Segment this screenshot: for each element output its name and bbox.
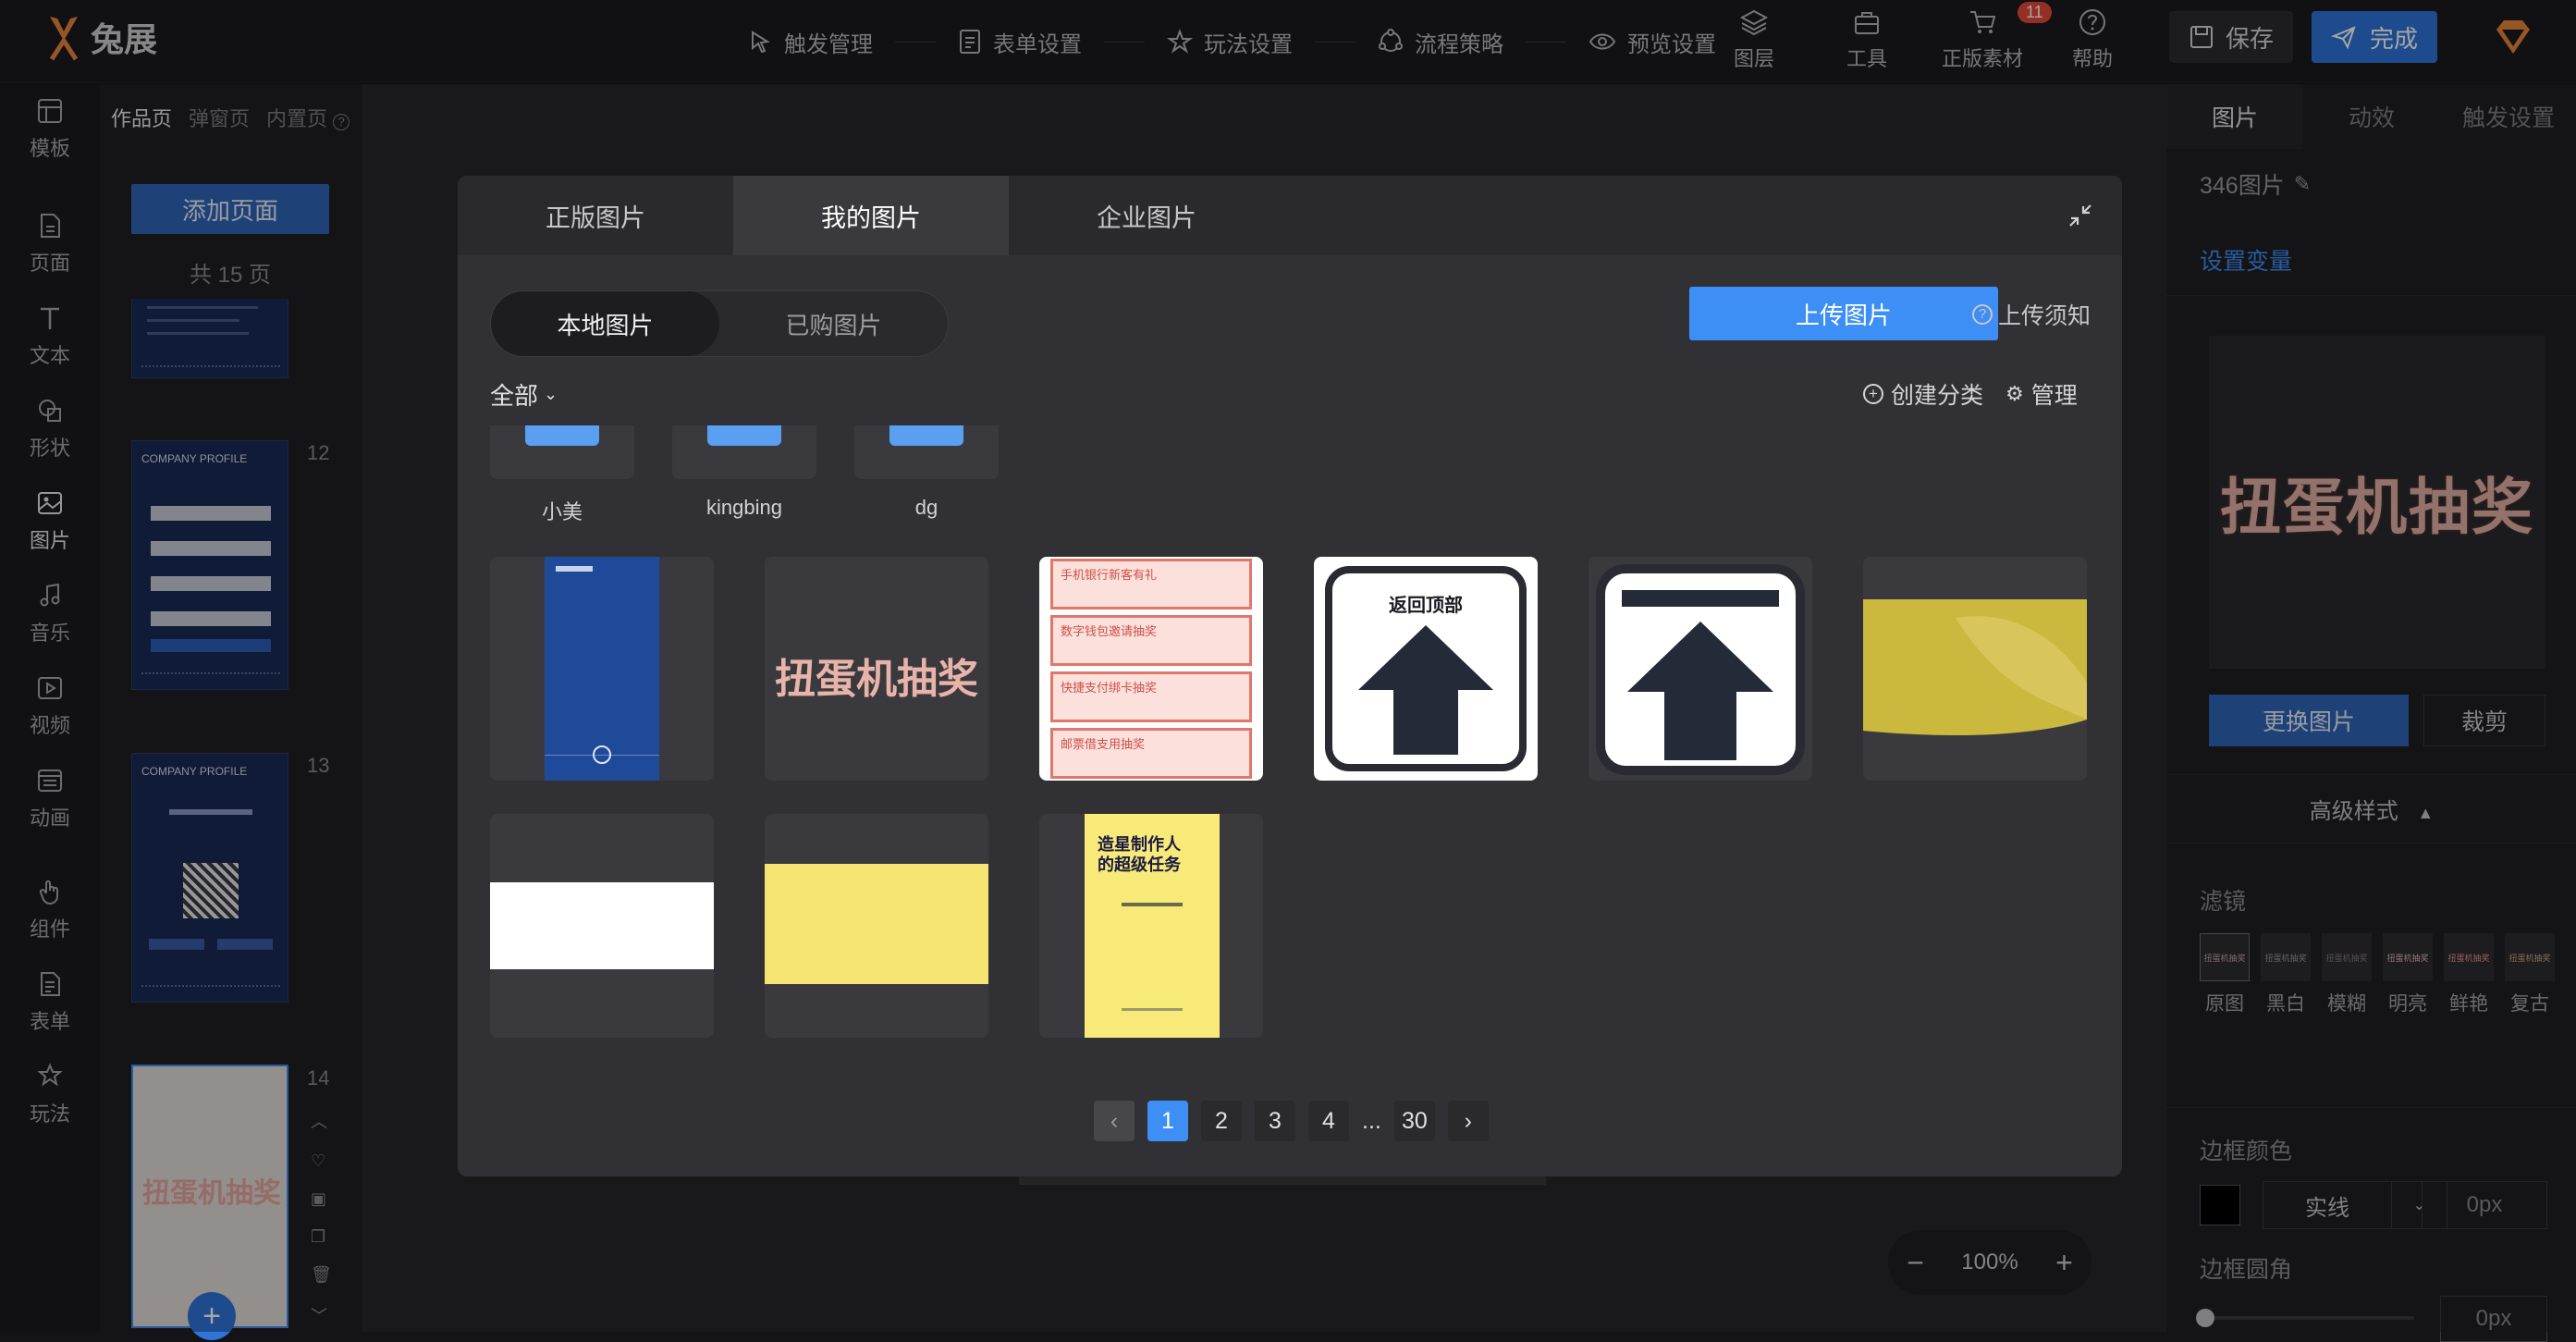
local-images-toggle[interactable]: 本地图片 — [491, 291, 719, 356]
image-tile-back-to-top[interactable]: 返回顶部 — [1314, 557, 1538, 781]
image-tile-yellow-rect[interactable] — [765, 814, 988, 1038]
page-button-2[interactable]: 2 — [1201, 1101, 1242, 1141]
tab-enterprise-images[interactable]: 企业图片 — [1009, 176, 1284, 255]
pagination: ‹ 1 2 3 4 ... 30 › — [1094, 1101, 1489, 1141]
image-tile-yellow-poster[interactable]: 造星制作人 的超级任务 — [1039, 814, 1263, 1038]
collapse-icon[interactable] — [2067, 202, 2094, 229]
category-filter[interactable]: 全部 ⌄ — [490, 377, 558, 412]
tab-my-images[interactable]: 我的图片 — [733, 176, 1009, 255]
plus-circle-icon: + — [1863, 384, 1883, 404]
manage-button[interactable]: ⚙ 管理 — [2006, 377, 2078, 411]
image-library-modal: 正版图片 我的图片 企业图片 本地图片 已购图片 上传图片 ? 上传须知 全部 … — [458, 176, 2122, 1176]
image-tile-yellow-wave[interactable] — [1863, 557, 2087, 781]
folder-xiaomei[interactable] — [490, 425, 634, 479]
modal-tabs: 正版图片 我的图片 企业图片 — [458, 176, 2122, 255]
create-category-button[interactable]: + 创建分类 — [1863, 377, 1983, 411]
yellow-wave-shape — [1863, 599, 2087, 735]
gear-icon: ⚙ — [2006, 382, 2024, 405]
category-actions: + 创建分类 ⚙ 管理 — [1863, 377, 2078, 411]
chevron-down-icon: ⌄ — [544, 385, 558, 403]
folder-kingbing[interactable] — [672, 425, 816, 479]
purchased-images-toggle[interactable]: 已购图片 — [719, 291, 948, 356]
image-tile-promo-list[interactable]: 手机银行新客有礼 数字钱包邀请抽奖 快捷支付绑卡抽奖 邮票借支用抽奖 — [1039, 557, 1263, 781]
image-tile-blue-poster[interactable] — [490, 557, 714, 781]
arrow-up-icon — [1358, 625, 1493, 755]
next-page-button[interactable]: › — [1447, 1101, 1489, 1141]
upload-image-button[interactable]: 上传图片 — [1689, 287, 1998, 340]
image-tile-lottery-text[interactable]: 扭蛋机抽奖 — [765, 557, 988, 781]
image-tile-white-rect[interactable] — [490, 814, 714, 1038]
pager-ellipsis: ... — [1362, 1107, 1381, 1134]
page-button-4[interactable]: 4 — [1308, 1101, 1349, 1141]
folder-label: kingbing — [706, 496, 782, 519]
folder-label: 小美 — [541, 500, 583, 523]
folder-label: dg — [914, 496, 938, 519]
prev-page-button[interactable]: ‹ — [1094, 1101, 1135, 1141]
image-tile-top-arrow[interactable] — [1589, 557, 1812, 781]
folder-dg[interactable] — [854, 425, 999, 479]
tab-licensed-images[interactable]: 正版图片 — [458, 176, 733, 255]
page-button-30[interactable]: 30 — [1393, 1101, 1435, 1141]
question-icon: ? — [1972, 304, 1993, 325]
page-button-3[interactable]: 3 — [1255, 1101, 1295, 1141]
upload-notice-link[interactable]: ? 上传须知 — [1972, 298, 2091, 331]
page-button-1[interactable]: 1 — [1147, 1101, 1188, 1141]
arrow-up-icon — [1627, 622, 1773, 760]
source-switch: 本地图片 已购图片 — [490, 290, 949, 357]
